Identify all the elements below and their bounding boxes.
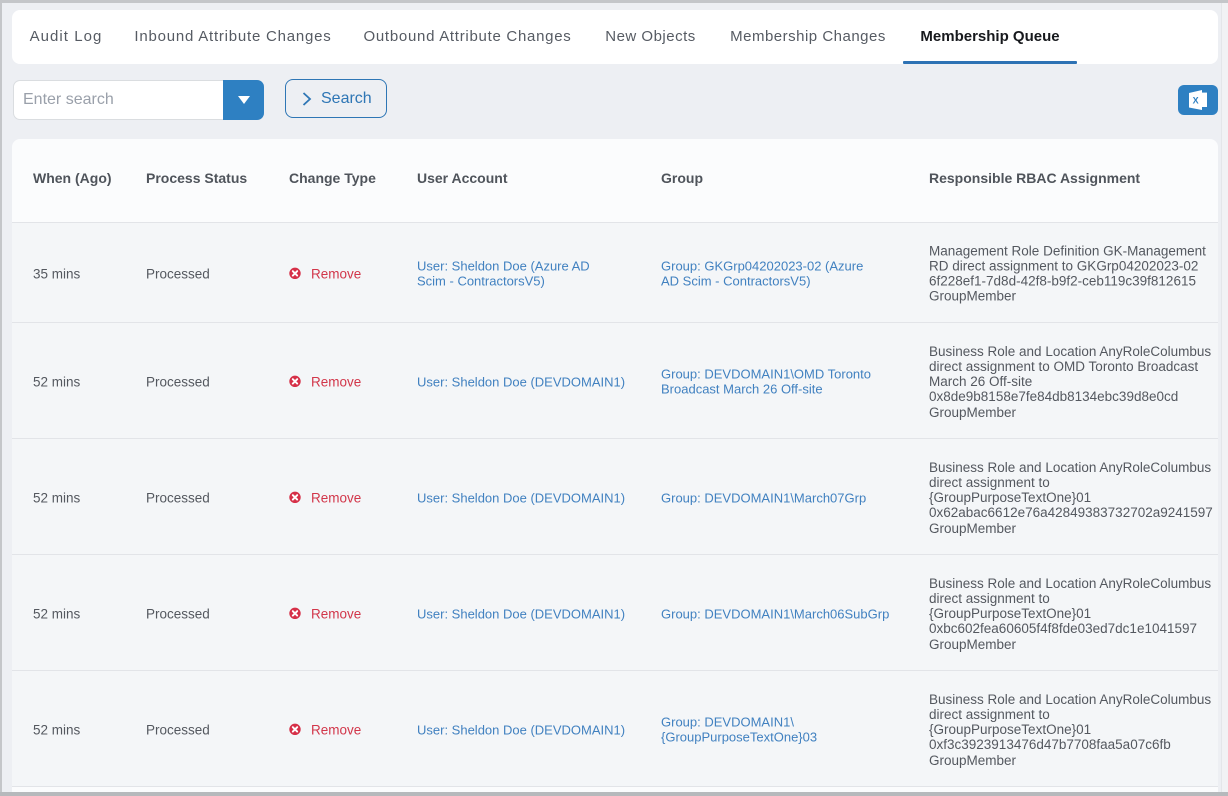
svg-text:X: X xyxy=(1193,96,1199,106)
